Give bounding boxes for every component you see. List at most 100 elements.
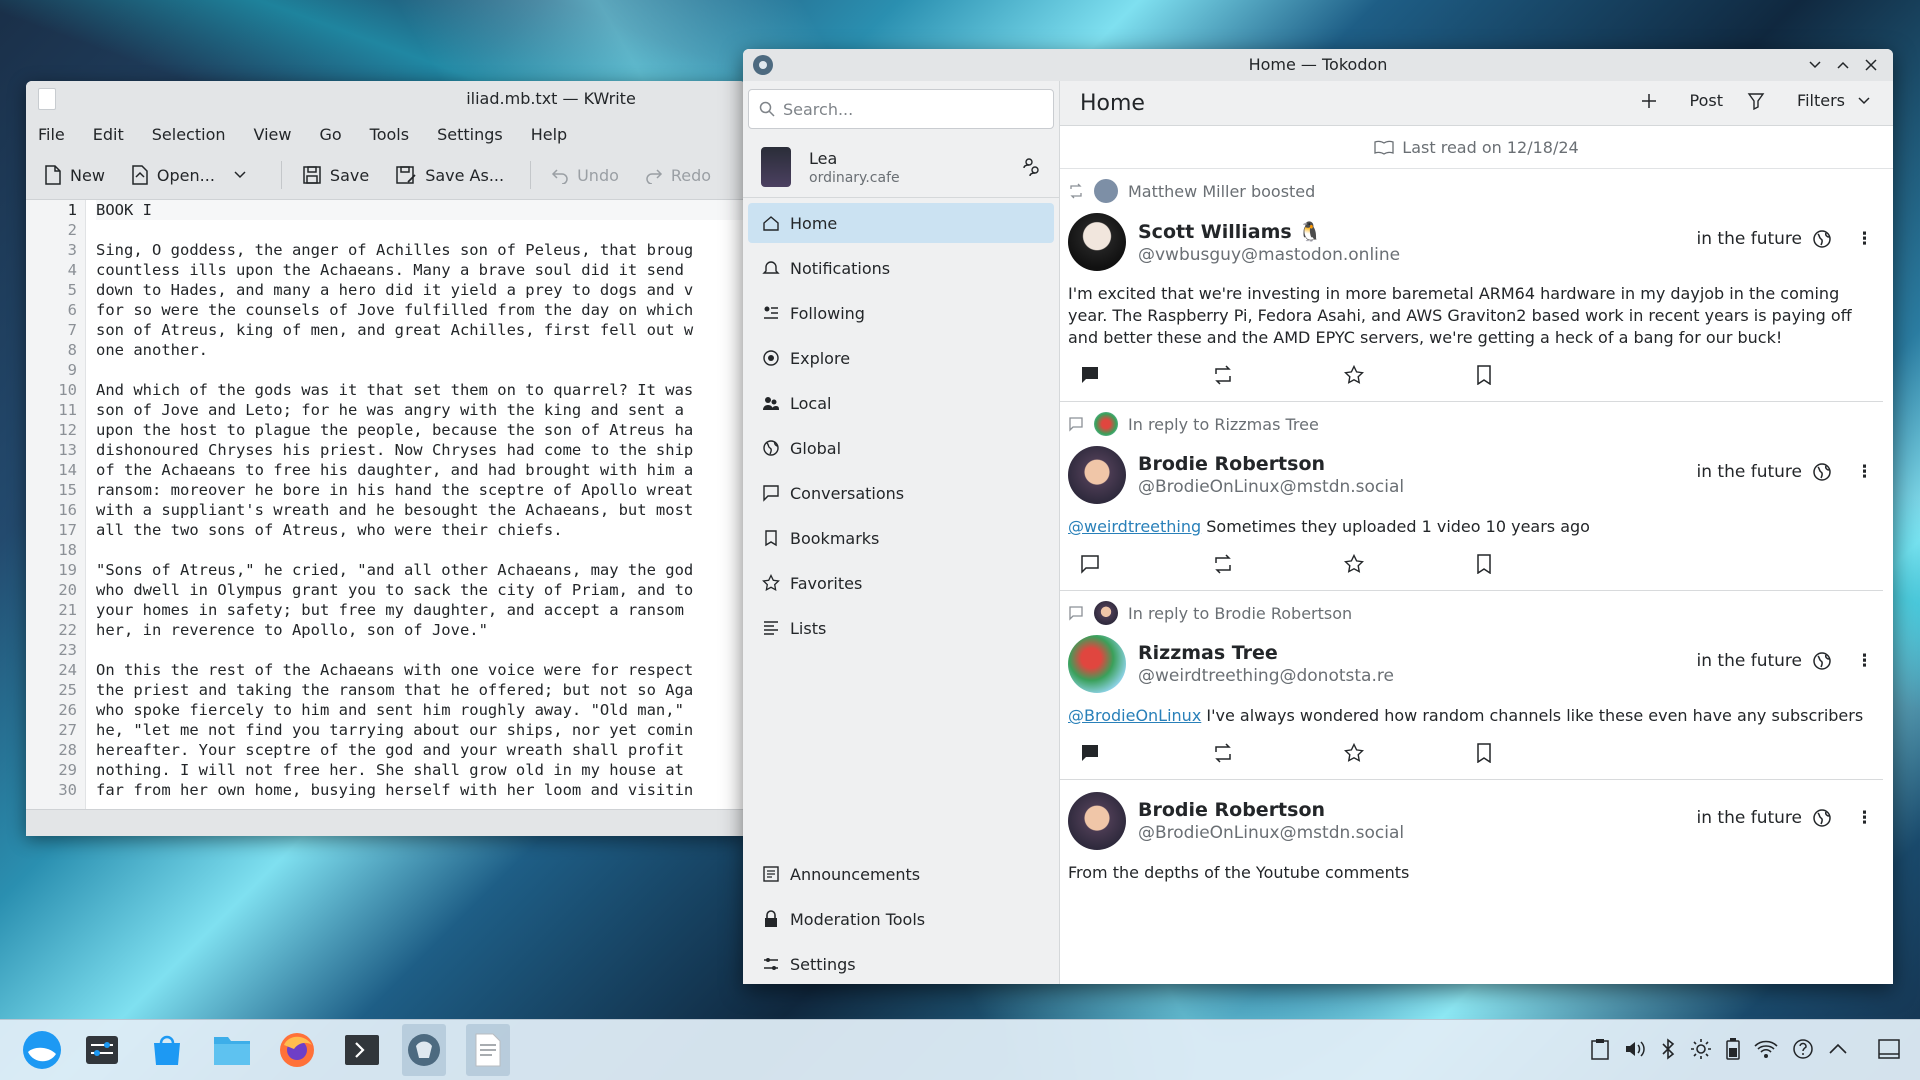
author-name[interactable]: Brodie Robertson <box>1138 453 1404 475</box>
chevron-up-icon[interactable] <box>1828 1042 1848 1056</box>
filters-button[interactable]: Filters <box>1747 91 1879 110</box>
bookmark-icon[interactable] <box>1476 743 1608 763</box>
editor-line[interactable]: hereafter. Your sceptre of the god and y… <box>96 740 746 760</box>
save-button[interactable]: Save <box>302 165 369 185</box>
editor-line[interactable]: far from her own home, busying herself w… <box>96 780 746 800</box>
sidebar-item-conversations[interactable]: Conversations <box>748 473 1054 513</box>
mention-link[interactable]: @BrodieOnLinux <box>1068 706 1201 725</box>
post-item[interactable]: Matthew Miller boosted Scott Williams 🐧 … <box>1060 169 1883 402</box>
sidebar-item-following[interactable]: Following <box>748 293 1054 333</box>
editor-line[interactable]: Sing, O goddess, the anger of Achilles s… <box>96 240 746 260</box>
post-item[interactable]: Brodie Robertson @BrodieOnLinux@mstdn.so… <box>1060 788 1883 884</box>
menu-view[interactable]: View <box>254 125 292 144</box>
chevron-down-icon[interactable] <box>233 170 247 180</box>
tokodon-taskbar-icon[interactable] <box>402 1024 446 1076</box>
more-options-icon[interactable]: ⋮ <box>1856 651 1873 671</box>
post-time[interactable]: in the future <box>1697 651 1802 671</box>
favorite-icon[interactable] <box>1344 554 1476 574</box>
editor-line[interactable]: all the two sons of Atreus, who were the… <box>96 520 746 540</box>
kwrite-titlebar[interactable]: iliad.mb.txt — KWrite <box>26 81 746 117</box>
save-as-button[interactable]: Save As... <box>395 165 504 185</box>
clipboard-icon[interactable] <box>1590 1038 1610 1060</box>
post-time[interactable]: in the future <box>1697 808 1802 828</box>
boost-icon[interactable] <box>1212 743 1344 763</box>
editor-line[interactable]: ransom: moreover he bore in his hand the… <box>96 480 746 500</box>
sidebar-item-announcements[interactable]: Announcements <box>748 854 1054 894</box>
editor-line[interactable]: for so were the counsels of Jove fulfill… <box>96 300 746 320</box>
bookmark-icon[interactable] <box>1476 365 1608 385</box>
post-time[interactable]: in the future <box>1697 462 1802 482</box>
editor-line[interactable]: he, "let me not find you tarrying about … <box>96 720 746 740</box>
menu-selection[interactable]: Selection <box>152 125 226 144</box>
editor-line[interactable]: son of Atreus, king of men, and great Ac… <box>96 320 746 340</box>
more-options-icon[interactable]: ⋮ <box>1856 462 1873 482</box>
editor-line[interactable]: BOOK I <box>96 200 746 220</box>
post-item[interactable]: In reply to Brodie Robertson Rizzmas Tre… <box>1060 591 1883 780</box>
editor-line[interactable]: with a suppliant's wreath and he besough… <box>96 500 746 520</box>
sidebar-item-explore[interactable]: Explore <box>748 338 1054 378</box>
editor-line[interactable]: her, in reverence to Apollo, son of Jove… <box>96 620 746 640</box>
menu-file[interactable]: File <box>38 125 65 144</box>
kwrite-taskbar-icon[interactable] <box>466 1024 510 1076</box>
editor-line[interactable] <box>96 540 746 560</box>
editor-line[interactable]: nothing. I will not free her. She shall … <box>96 760 746 780</box>
reply-icon[interactable] <box>1080 554 1212 574</box>
sidebar-item-favorites[interactable]: Favorites <box>748 563 1054 603</box>
system-settings-icon[interactable] <box>80 1028 124 1072</box>
sidebar-item-settings[interactable]: Settings <box>748 944 1054 984</box>
editor-line[interactable]: "Sons of Atreus," he cried, "and all oth… <box>96 560 746 580</box>
terminal-icon[interactable] <box>340 1028 384 1072</box>
new-button[interactable]: New <box>44 165 105 185</box>
editor-line[interactable]: down to Hades, and many a hero did it yi… <box>96 280 746 300</box>
editor-line[interactable]: And which of the gods was it that set th… <box>96 380 746 400</box>
show-desktop-icon[interactable] <box>1878 1039 1900 1059</box>
editor-line[interactable] <box>96 220 746 240</box>
menu-tools[interactable]: Tools <box>370 125 409 144</box>
author-name[interactable]: Scott Williams 🐧 <box>1138 220 1400 243</box>
open-button[interactable]: Open... <box>131 165 255 185</box>
tokodon-titlebar[interactable]: Home — Tokodon <box>743 49 1893 81</box>
boost-icon[interactable] <box>1212 365 1344 385</box>
sidebar-item-notifications[interactable]: Notifications <box>748 248 1054 288</box>
author-name[interactable]: Rizzmas Tree <box>1138 642 1394 664</box>
more-options-icon[interactable]: ⋮ <box>1856 229 1873 249</box>
reply-icon[interactable] <box>1080 365 1212 385</box>
volume-icon[interactable] <box>1624 1039 1646 1059</box>
sidebar-item-global[interactable]: Global <box>748 428 1054 468</box>
maximize-icon[interactable] <box>1829 53 1857 77</box>
bookmark-icon[interactable] <box>1476 554 1608 574</box>
file-manager-icon[interactable] <box>210 1028 254 1072</box>
redo-button[interactable]: Redo <box>645 166 711 185</box>
mention-link[interactable]: @weirdtreething <box>1068 517 1201 536</box>
menu-go[interactable]: Go <box>319 125 341 144</box>
editor-line[interactable]: the priest and taking the ransom that he… <box>96 680 746 700</box>
post-button[interactable]: Post <box>1640 91 1723 110</box>
account-switcher[interactable]: Lea ordinary.cafe <box>743 137 1059 198</box>
editor-line[interactable] <box>96 640 746 660</box>
more-options-icon[interactable]: ⋮ <box>1856 808 1873 828</box>
post-time[interactable]: in the future <box>1697 229 1802 249</box>
help-icon[interactable] <box>1792 1038 1814 1060</box>
sidebar-item-home[interactable]: Home <box>748 203 1054 243</box>
text-editor[interactable]: 1 2 3 4 5 6 7 8 9 10 11 12 13 14 15 16 17 18 19 20 21 22 23 24 2… <box>26 200 746 810</box>
reply-icon[interactable] <box>1080 743 1212 763</box>
search-input[interactable]: Search... <box>748 89 1054 129</box>
sidebar-item-local[interactable]: Local <box>748 383 1054 423</box>
wifi-icon[interactable] <box>1754 1039 1778 1059</box>
editor-line[interactable]: who dwell in Olympus grant you to sack t… <box>96 580 746 600</box>
editor-line[interactable]: upon the host to plague the people, beca… <box>96 420 746 440</box>
menu-settings[interactable]: Settings <box>437 125 503 144</box>
bluetooth-icon[interactable] <box>1660 1038 1676 1060</box>
switch-account-icon[interactable] <box>1023 157 1041 177</box>
sidebar-item-moderation-tools[interactable]: Moderation Tools <box>748 899 1054 939</box>
avatar[interactable] <box>1068 213 1126 271</box>
editor-line[interactable]: of the Achaeans to free his daughter, an… <box>96 460 746 480</box>
minimize-icon[interactable] <box>1801 53 1829 77</box>
author-name[interactable]: Brodie Robertson <box>1138 799 1404 821</box>
discover-store-icon[interactable] <box>145 1028 189 1072</box>
editor-text-area[interactable]: BOOK I Sing, O goddess, the anger of Achi… <box>86 200 746 810</box>
avatar[interactable] <box>1068 635 1126 693</box>
editor-line[interactable]: your homes in safety; but free my daught… <box>96 600 746 620</box>
avatar[interactable] <box>1068 792 1126 850</box>
boost-icon[interactable] <box>1212 554 1344 574</box>
